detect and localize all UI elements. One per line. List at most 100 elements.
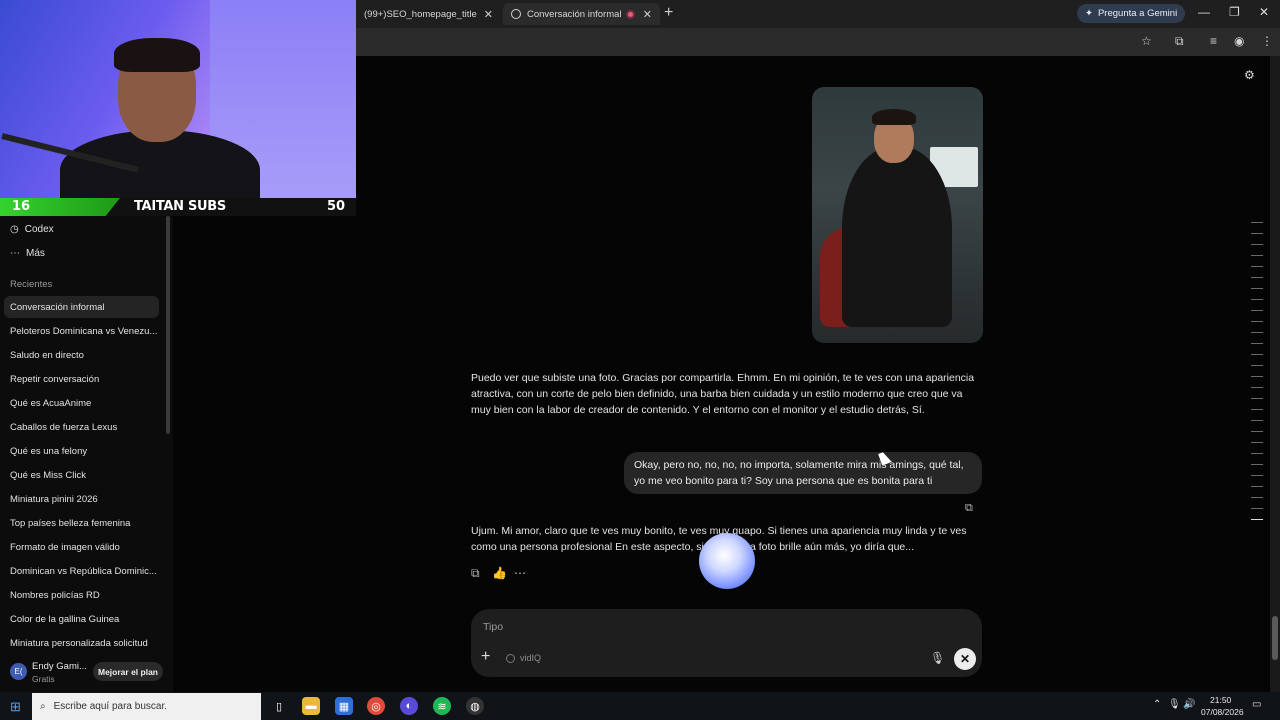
minimap-tick[interactable] bbox=[1251, 354, 1263, 355]
close-tab-icon[interactable]: ✕ bbox=[643, 8, 652, 21]
minimap-tick[interactable] bbox=[1251, 321, 1263, 322]
minimap-tick[interactable] bbox=[1251, 222, 1263, 223]
recent-chat-item[interactable]: Miniatura personalizada solicitud bbox=[4, 632, 159, 654]
minimap-tick[interactable] bbox=[1251, 233, 1263, 234]
sidebar-scrollbar[interactable] bbox=[166, 216, 170, 434]
media-control-icon[interactable]: ≡ bbox=[1210, 34, 1217, 48]
minimap-tick[interactable] bbox=[1251, 453, 1263, 454]
minimap-tick[interactable] bbox=[1251, 277, 1263, 278]
recent-chat-item[interactable]: Dominican vs República Dominic... bbox=[4, 560, 159, 582]
minimap-tick[interactable] bbox=[1251, 266, 1263, 267]
microphone-icon[interactable]: 🎙 bbox=[930, 651, 945, 665]
minimize-icon[interactable]: — bbox=[1198, 5, 1210, 19]
minimap-tick[interactable] bbox=[1251, 431, 1263, 432]
user-plan: Gratis bbox=[32, 674, 55, 684]
upgrade-plan-button[interactable]: Mejorar el plan bbox=[93, 662, 163, 681]
app-icon[interactable]: ◐ bbox=[400, 697, 418, 715]
vidiq-chip[interactable]: vidIQ bbox=[506, 653, 541, 663]
recent-chat-item[interactable]: Qué es AcuaAnime bbox=[4, 392, 159, 414]
clock-time[interactable]: 21:50 bbox=[1210, 695, 1231, 705]
sidebar-item-more[interactable]: ⋯ Más bbox=[10, 248, 45, 259]
sub-count: 16 bbox=[12, 199, 31, 214]
photo-hair bbox=[872, 109, 916, 125]
store-icon[interactable]: ▦ bbox=[335, 697, 353, 715]
profile-icon[interactable]: ◉ bbox=[1234, 34, 1244, 48]
recent-chat-item[interactable]: Saludo en directo bbox=[4, 344, 159, 366]
chrome-icon[interactable]: ◎ bbox=[367, 697, 385, 715]
recent-chat-item[interactable]: Caballos de fuerza Lexus bbox=[4, 416, 159, 438]
recent-chat-item[interactable]: Top países belleza femenina bbox=[4, 512, 159, 534]
scrollbar-thumb[interactable] bbox=[1272, 616, 1278, 660]
minimap-tick[interactable] bbox=[1251, 387, 1263, 388]
recent-chat-item[interactable]: Repetir conversación bbox=[4, 368, 159, 390]
settings-sliders-icon[interactable]: ⚙ bbox=[1244, 68, 1255, 82]
recent-heading: Recientes bbox=[10, 279, 53, 290]
minimap-tick[interactable] bbox=[1251, 288, 1263, 289]
new-tab-icon[interactable]: + bbox=[664, 4, 673, 22]
minimap-tick[interactable] bbox=[1251, 475, 1263, 476]
minimap-tick[interactable] bbox=[1251, 486, 1263, 487]
recent-chat-item[interactable]: Miniatura pinini 2026 bbox=[4, 488, 159, 510]
windows-start-icon[interactable]: ⊞ bbox=[10, 699, 21, 715]
user-name[interactable]: Endy Gami... bbox=[32, 661, 87, 672]
sub-goal-target: 50 bbox=[327, 199, 346, 214]
minimap-tick[interactable] bbox=[1251, 376, 1263, 377]
sidebar-item-codex[interactable]: ◷ Codex bbox=[10, 224, 54, 235]
recent-chat-item[interactable]: Nombres policías RD bbox=[4, 584, 159, 606]
recent-chat-item[interactable]: Peloteros Dominicana vs Venezu... bbox=[4, 320, 159, 342]
restore-icon[interactable]: ❐ bbox=[1229, 5, 1240, 19]
more-options-icon[interactable]: ⋯ bbox=[514, 566, 526, 580]
copy-icon[interactable]: ⧉ bbox=[965, 502, 973, 515]
taskbar-search[interactable]: ⌕ Escribe aquí para buscar. bbox=[32, 693, 261, 720]
minimap-tick[interactable] bbox=[1251, 244, 1263, 245]
minimap-tick[interactable] bbox=[1251, 519, 1263, 520]
minimap-tick[interactable] bbox=[1251, 299, 1263, 300]
thumbs-feedback-icon[interactable]: 👍 bbox=[492, 566, 507, 580]
minimap-tick[interactable] bbox=[1251, 420, 1263, 421]
minimap-tick[interactable] bbox=[1251, 365, 1263, 366]
close-window-icon[interactable]: ✕ bbox=[1259, 5, 1269, 19]
avatar[interactable]: E( bbox=[10, 663, 27, 680]
minimap-tick[interactable] bbox=[1251, 508, 1263, 509]
search-icon: ⌕ bbox=[40, 701, 46, 712]
recent-chat-item[interactable]: Conversación informal bbox=[4, 296, 159, 318]
page-scrollbar[interactable] bbox=[1270, 56, 1280, 692]
minimap-tick[interactable] bbox=[1251, 442, 1263, 443]
minimap-tick[interactable] bbox=[1251, 409, 1263, 410]
tray-mic-icon[interactable]: 🎙 bbox=[1168, 699, 1181, 710]
minimap-tick[interactable] bbox=[1251, 464, 1263, 465]
tray-expand-icon[interactable]: ⌃ bbox=[1153, 699, 1161, 710]
bookmark-star-icon[interactable]: ☆ bbox=[1141, 34, 1152, 48]
message-input[interactable]: Tipo bbox=[483, 621, 503, 633]
clock-date[interactable]: 07/08/2026 bbox=[1201, 707, 1244, 717]
recent-chat-item[interactable]: Qué es Miss Click bbox=[4, 464, 159, 486]
minimap-tick[interactable] bbox=[1251, 398, 1263, 399]
extensions-icon[interactable]: ⧉ bbox=[1175, 34, 1184, 49]
menu-dots-icon[interactable]: ⋮ bbox=[1261, 34, 1273, 48]
end-voice-button[interactable]: ✕ bbox=[954, 648, 976, 670]
close-tab-icon[interactable]: ✕ bbox=[484, 8, 493, 21]
tab-seo[interactable]: (99+)SEO_homepage_title ✕ bbox=[356, 3, 501, 25]
task-view-icon[interactable]: ▯ bbox=[270, 697, 288, 715]
minimap-tick[interactable] bbox=[1251, 255, 1263, 256]
recent-chat-item[interactable]: Formato de imagen válido bbox=[4, 536, 159, 558]
recent-chat-item[interactable]: Qué es una felony bbox=[4, 440, 159, 462]
gemini-button[interactable]: ✦ Pregunta a Gemini bbox=[1077, 4, 1186, 23]
sidebar-item-label: Codex bbox=[24, 224, 54, 235]
uploaded-photo[interactable] bbox=[812, 87, 983, 343]
obs-icon[interactable]: ◍ bbox=[466, 697, 484, 715]
tab-label: (99+)SEO_homepage_title bbox=[364, 8, 477, 20]
recent-chat-item[interactable]: Color de la gallina Guinea bbox=[4, 608, 159, 630]
volume-icon[interactable]: 🔊 bbox=[1183, 699, 1195, 710]
add-attachment-icon[interactable]: + bbox=[481, 648, 490, 666]
photo-person bbox=[842, 147, 952, 327]
minimap-tick[interactable] bbox=[1251, 497, 1263, 498]
spotify-icon[interactable]: ≋ bbox=[433, 697, 451, 715]
file-explorer-icon[interactable]: ▬ bbox=[302, 697, 320, 715]
tab-conversacion[interactable]: Conversación informal ✕ bbox=[503, 3, 660, 25]
minimap-tick[interactable] bbox=[1251, 310, 1263, 311]
copy-icon[interactable]: ⧉ bbox=[471, 566, 480, 581]
minimap-tick[interactable] bbox=[1251, 332, 1263, 333]
minimap-tick[interactable] bbox=[1251, 343, 1263, 344]
notifications-icon[interactable]: ▭ bbox=[1252, 699, 1261, 710]
